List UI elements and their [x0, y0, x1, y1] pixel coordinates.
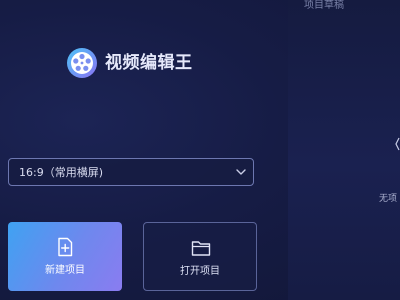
- app-window: 视频编辑王 16:9（常用横屏) 新建项目 打开项目 项目草稿 无项: [0, 0, 400, 300]
- start-panel: 视频编辑王 16:9（常用横屏) 新建项目 打开项目: [0, 0, 288, 300]
- new-project-button[interactable]: 新建项目: [8, 222, 122, 291]
- aspect-ratio-select[interactable]: 16:9（常用横屏): [8, 158, 254, 186]
- folder-icon: [191, 241, 211, 256]
- aspect-ratio-value: 16:9（常用横屏): [19, 166, 103, 179]
- film-reel-icon: [67, 48, 97, 78]
- project-drafts-panel: 项目草稿 无项: [288, 0, 400, 300]
- open-project-label: 打开项目: [180, 266, 220, 277]
- app-title: 视频编辑王: [105, 53, 193, 73]
- new-file-plus-icon: [58, 237, 73, 257]
- chevron-left-icon[interactable]: [395, 135, 400, 153]
- chevron-down-icon: [236, 169, 246, 175]
- drafts-panel-title: 项目草稿: [304, 0, 344, 11]
- open-project-button[interactable]: 打开项目: [143, 222, 257, 291]
- drafts-empty-text: 无项: [379, 194, 398, 204]
- new-project-label: 新建项目: [45, 265, 85, 276]
